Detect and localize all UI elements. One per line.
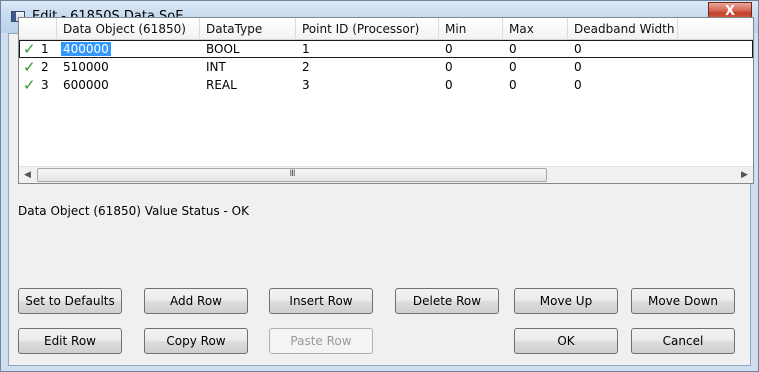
checkmark-icon: ✓: [23, 58, 36, 76]
cell-datatype[interactable]: INT: [200, 58, 296, 76]
move-up-button[interactable]: Move Up: [514, 288, 618, 314]
column-header-min[interactable]: Min: [439, 18, 503, 40]
cell-min[interactable]: 0: [439, 58, 503, 76]
paste-row-button[interactable]: Paste Row: [269, 328, 373, 354]
edit-row-button[interactable]: Edit Row: [18, 328, 122, 354]
row-index: 3: [41, 78, 49, 92]
column-header-datatype[interactable]: DataType: [200, 18, 296, 40]
data-grid[interactable]: Data Object (61850) DataType Point ID (P…: [18, 17, 754, 184]
cell-max[interactable]: 0: [503, 58, 568, 76]
value-status-text: Data Object (61850) Value Status - OK: [18, 204, 249, 218]
selected-cell-value: 400000: [61, 42, 111, 56]
cell-datatype[interactable]: BOOL: [200, 40, 296, 58]
cell-datatype[interactable]: REAL: [200, 76, 296, 94]
table-row[interactable]: ✓ 2 510000 INT 2 0 0 0: [19, 58, 753, 76]
cell-max[interactable]: 0: [503, 40, 568, 58]
cell-deadband[interactable]: 0: [568, 58, 678, 76]
row-index: 1: [41, 42, 49, 56]
delete-row-button[interactable]: Delete Row: [395, 288, 499, 314]
column-header-data-object[interactable]: Data Object (61850): [57, 18, 200, 40]
move-down-button[interactable]: Move Down: [631, 288, 735, 314]
ok-button[interactable]: OK: [514, 328, 618, 354]
cell-deadband[interactable]: 0: [568, 76, 678, 94]
table-row[interactable]: ✓ 3 600000 REAL 3 0 0 0: [19, 76, 753, 94]
scroll-right-icon[interactable]: ▶: [736, 167, 753, 184]
checkmark-icon: ✓: [23, 40, 36, 58]
add-row-button[interactable]: Add Row: [144, 288, 248, 314]
table-row[interactable]: ✓ 1 400000 BOOL 1 0 0 0: [19, 40, 753, 58]
cancel-button[interactable]: Cancel: [631, 328, 735, 354]
dialog-window: Edit - 61850S Data SoE X Data Object (61…: [0, 0, 759, 372]
cell-data-object[interactable]: 600000: [57, 76, 200, 94]
cell-min[interactable]: 0: [439, 40, 503, 58]
cell-min[interactable]: 0: [439, 76, 503, 94]
insert-row-button[interactable]: Insert Row: [269, 288, 373, 314]
checkmark-icon: ✓: [23, 76, 36, 94]
cell-data-object[interactable]: 400000: [57, 40, 200, 58]
horizontal-scrollbar[interactable]: ◀ III ▶: [19, 166, 753, 183]
row-header: ✓ 1: [19, 40, 57, 58]
scroll-left-icon[interactable]: ◀: [19, 167, 36, 184]
grid-body: ✓ 1 400000 BOOL 1 0 0 0 ✓ 2 510000 INT 2 0…: [19, 40, 753, 94]
cell-data-object[interactable]: 510000: [57, 58, 200, 76]
column-header-deadband[interactable]: Deadband Width: [568, 18, 678, 40]
cell-point-id[interactable]: 3: [296, 76, 439, 94]
column-header-max[interactable]: Max: [503, 18, 568, 40]
cell-max[interactable]: 0: [503, 76, 568, 94]
grip-icon: III: [289, 169, 296, 179]
copy-row-button[interactable]: Copy Row: [144, 328, 248, 354]
row-index: 2: [41, 60, 49, 74]
grid-header: Data Object (61850) DataType Point ID (P…: [19, 18, 753, 40]
set-to-defaults-button[interactable]: Set to Defaults: [18, 288, 122, 314]
cell-point-id[interactable]: 1: [296, 40, 439, 58]
cell-point-id[interactable]: 2: [296, 58, 439, 76]
cell-deadband[interactable]: 0: [568, 40, 678, 58]
row-header: ✓ 2: [19, 58, 57, 76]
row-header: ✓ 3: [19, 76, 57, 94]
scrollbar-thumb[interactable]: III: [37, 168, 547, 182]
column-header-point-id[interactable]: Point ID (Processor): [296, 18, 439, 40]
column-header-index[interactable]: [19, 18, 57, 40]
